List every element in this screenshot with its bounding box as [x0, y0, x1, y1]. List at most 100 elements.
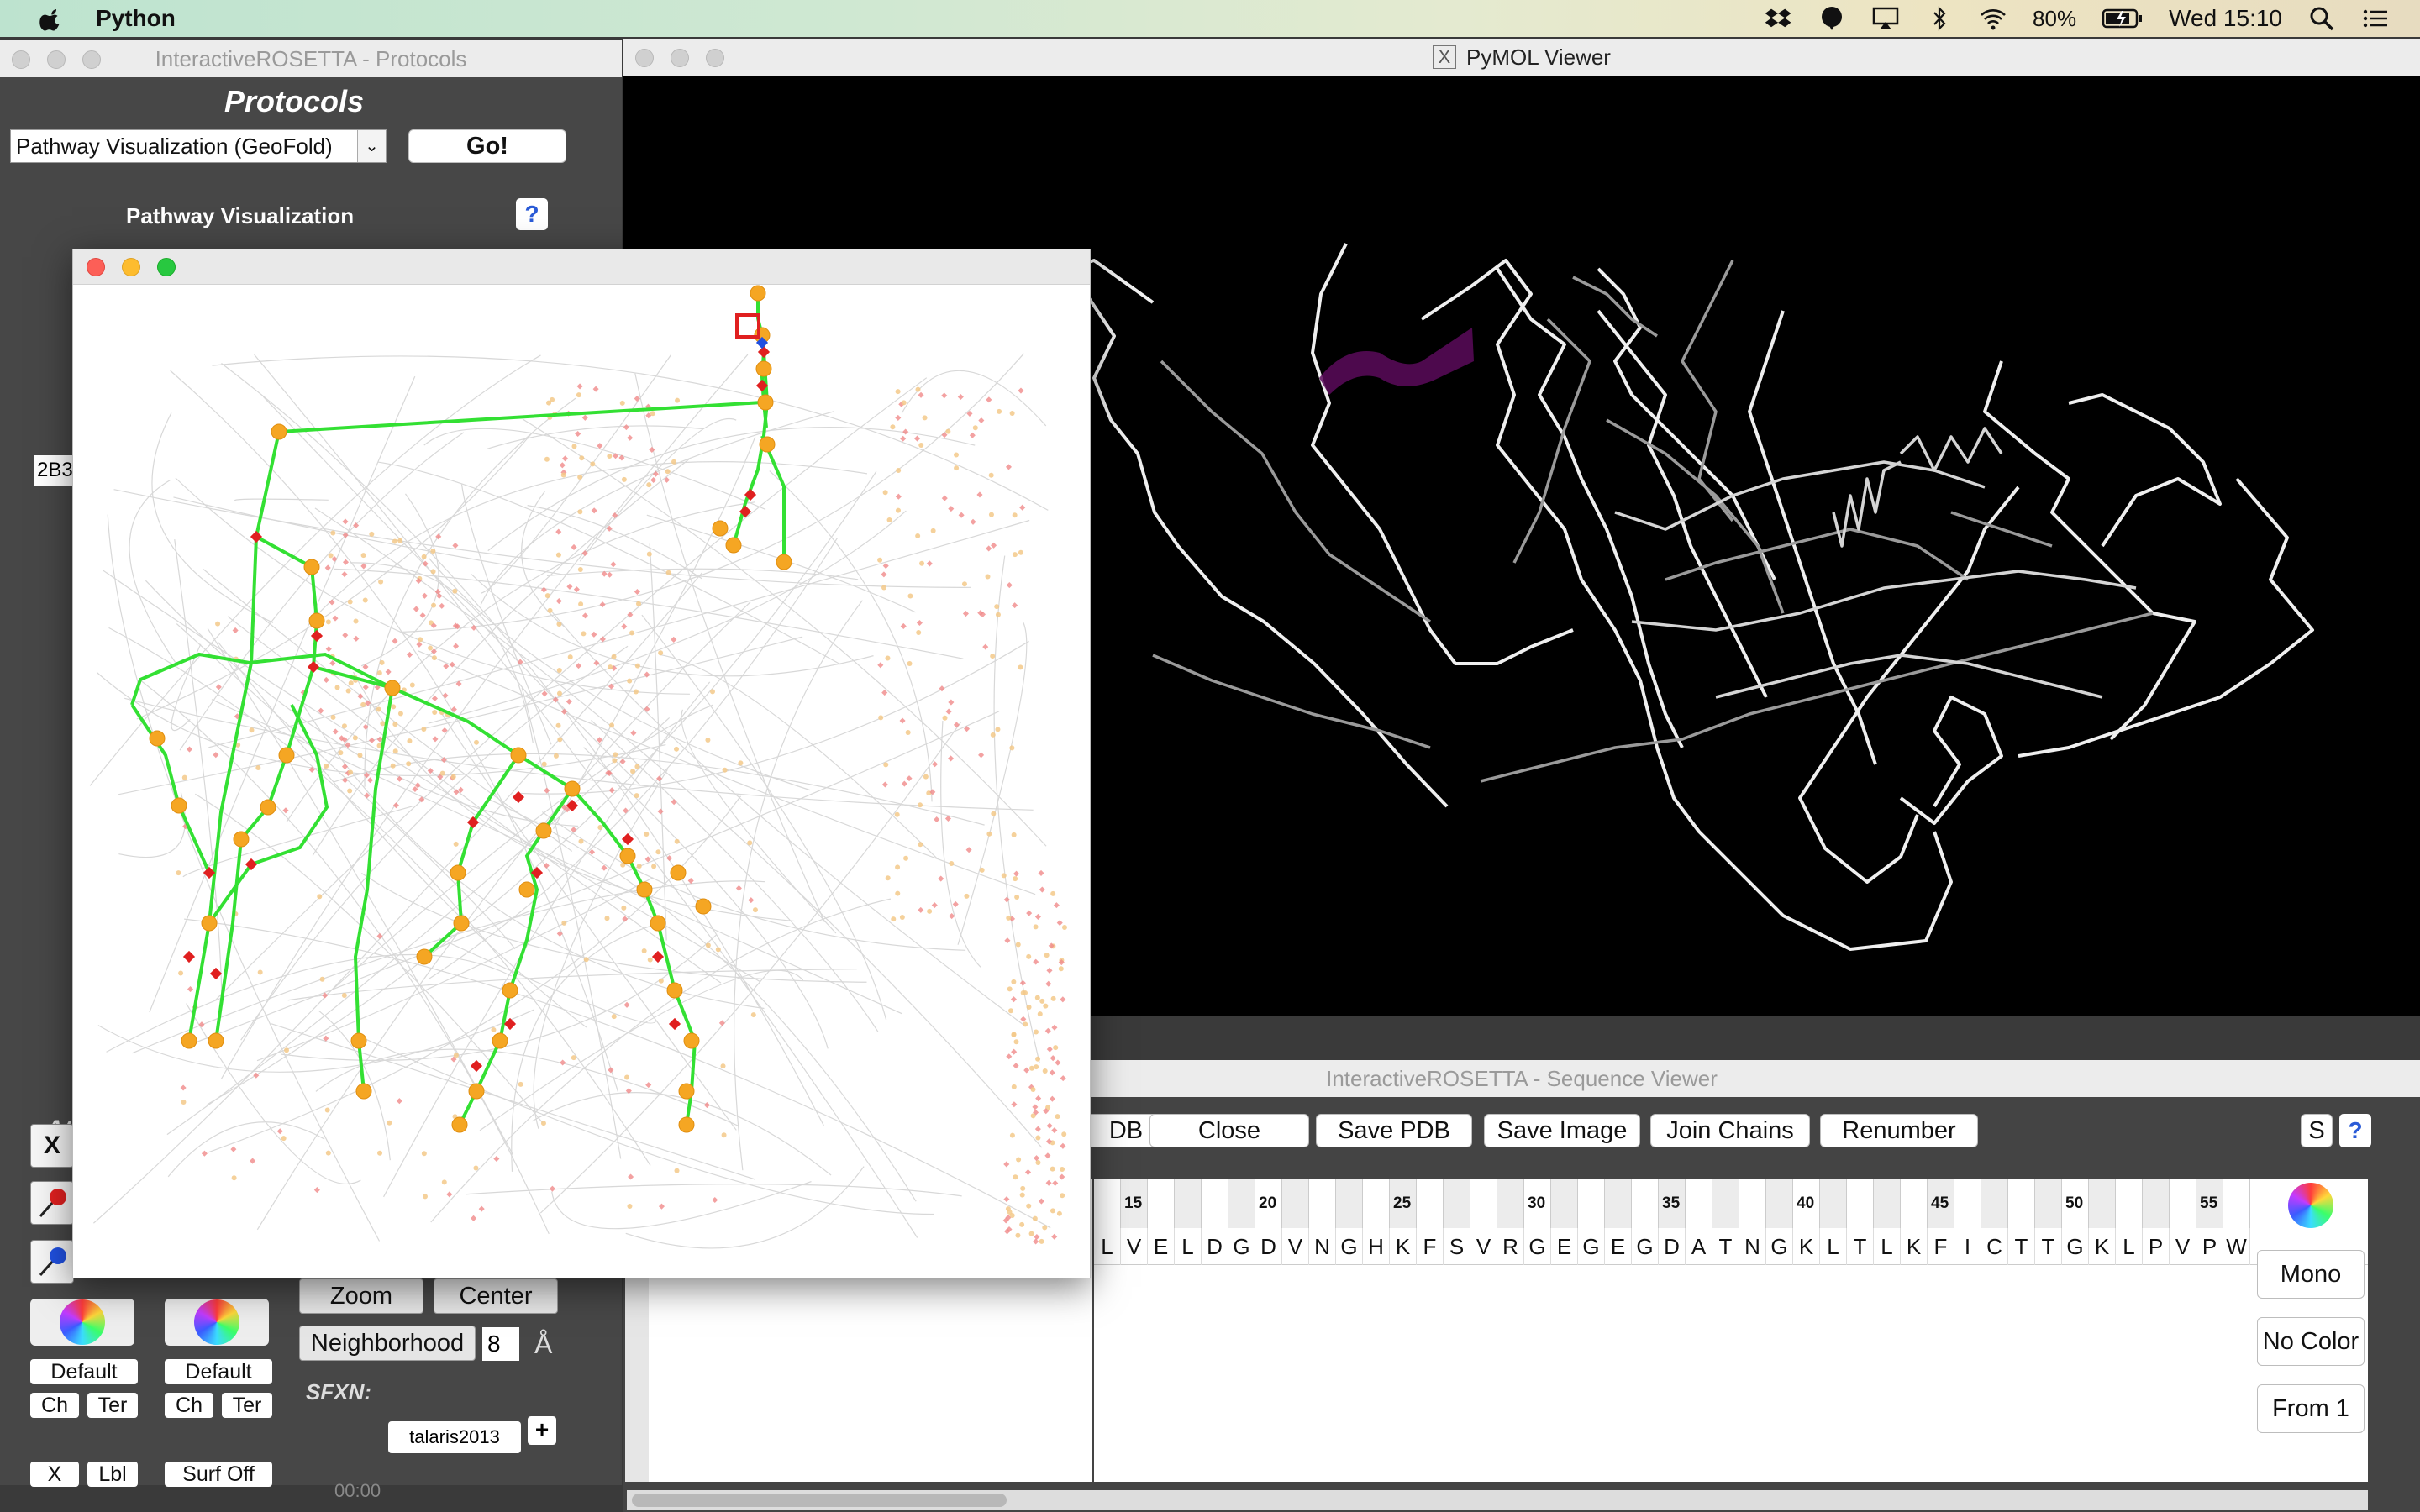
residue[interactable]: V [2170, 1228, 2196, 1265]
residue[interactable]: G [1524, 1228, 1551, 1265]
scrollbar-thumb[interactable] [632, 1494, 1007, 1507]
help-button[interactable]: ? [2339, 1114, 2371, 1147]
residue[interactable]: K [1390, 1228, 1417, 1265]
residue[interactable]: C [1981, 1228, 2008, 1265]
ter-button-2[interactable]: Ter [222, 1393, 272, 1418]
residue[interactable]: R [1497, 1228, 1524, 1265]
default-button-1[interactable]: Default [30, 1359, 138, 1384]
residue[interactable]: W [2223, 1228, 2250, 1265]
zoom-button[interactable]: Zoom [299, 1278, 424, 1314]
minimize-window-button[interactable] [47, 50, 66, 69]
residue[interactable]: N [1739, 1228, 1766, 1265]
pathway-titlebar[interactable] [73, 249, 1090, 285]
blue-pin-tool[interactable] [30, 1240, 74, 1284]
residue[interactable]: G [1632, 1228, 1659, 1265]
residue[interactable]: I [1954, 1228, 1981, 1265]
residue[interactable]: T [2008, 1228, 2035, 1265]
residue[interactable]: G [2062, 1228, 2089, 1265]
residue[interactable]: E [1605, 1228, 1632, 1265]
residue[interactable]: H [1363, 1228, 1390, 1265]
ter-button-1[interactable]: Ter [87, 1393, 138, 1418]
speech-bubble-icon[interactable] [1818, 6, 1846, 31]
color-wheel-button-1[interactable] [30, 1299, 134, 1346]
residue[interactable]: F [1417, 1228, 1444, 1265]
residue[interactable]: T [1847, 1228, 1874, 1265]
ch-button-1[interactable]: Ch [30, 1393, 79, 1418]
residue[interactable]: K [2089, 1228, 2116, 1265]
residue[interactable]: L [1874, 1228, 1901, 1265]
horizontal-scrollbar[interactable] [627, 1490, 2368, 1510]
residue[interactable]: A [1686, 1228, 1712, 1265]
residue[interactable]: K [1901, 1228, 1928, 1265]
residue[interactable]: E [1551, 1228, 1578, 1265]
dropbox-icon[interactable] [1764, 6, 1792, 31]
residue[interactable]: G [1578, 1228, 1605, 1265]
pathway-graph[interactable] [73, 285, 1090, 1278]
protocols-titlebar[interactable]: InteractiveROSETTA - Protocols [0, 40, 622, 77]
close-window-button[interactable] [87, 258, 105, 276]
zoom-window-button[interactable] [82, 50, 101, 69]
residue[interactable]: G [1766, 1228, 1793, 1265]
join-chains-button[interactable]: Join Chains [1650, 1114, 1810, 1147]
bluetooth-icon[interactable] [1925, 6, 1954, 31]
color-wheel-button-2[interactable] [165, 1299, 269, 1346]
residue[interactable]: T [2035, 1228, 2062, 1265]
no-color-button[interactable]: No Color [2257, 1317, 2365, 1366]
residue[interactable]: V [1282, 1228, 1309, 1265]
ch-button-2[interactable]: Ch [165, 1393, 213, 1418]
red-pin-tool[interactable] [30, 1181, 74, 1225]
clock[interactable]: Wed 15:10 [2169, 5, 2282, 32]
zoom-window-button[interactable] [706, 49, 724, 67]
pymol-titlebar[interactable]: X PyMOL Viewer [623, 39, 2420, 76]
neighborhood-button[interactable]: Neighborhood [299, 1326, 476, 1361]
search-icon[interactable] [2307, 6, 2336, 31]
residue[interactable]: L [1820, 1228, 1847, 1265]
minimize-window-button[interactable] [671, 49, 689, 67]
minimize-window-button[interactable] [122, 258, 140, 276]
x-small-button[interactable]: X [30, 1462, 79, 1487]
zoom-window-button[interactable] [157, 258, 176, 276]
residue[interactable]: P [2196, 1228, 2223, 1265]
close-window-button[interactable] [635, 49, 654, 67]
residue[interactable]: D [1255, 1228, 1282, 1265]
wifi-icon[interactable] [1979, 6, 2007, 31]
app-name[interactable]: Python [96, 5, 176, 32]
renumber-button[interactable]: Renumber [1820, 1114, 1978, 1147]
color-by-rainbow-button[interactable] [2257, 1181, 2365, 1230]
residue[interactable]: G [1228, 1228, 1255, 1265]
sfxn-field[interactable]: talaris2013 [388, 1421, 521, 1453]
residue[interactable]: K [1793, 1228, 1820, 1265]
residue[interactable]: T [1712, 1228, 1739, 1265]
default-button-2[interactable]: Default [165, 1359, 272, 1384]
save-image-button[interactable]: Save Image [1484, 1114, 1640, 1147]
residue[interactable]: F [1928, 1228, 1954, 1265]
sequence-grid[interactable]: 15 20 25 30 35 40 45 50 55 LVELDGDVNGHKFSVRGEGEG… [1094, 1179, 2368, 1482]
residue[interactable]: N [1309, 1228, 1336, 1265]
save-pdb-button[interactable]: Save PDB [1316, 1114, 1472, 1147]
battery-icon[interactable] [2102, 6, 2144, 31]
help-button[interactable]: ? [516, 198, 548, 230]
add-sfxn-button[interactable]: + [528, 1416, 556, 1445]
close-window-button[interactable] [12, 50, 30, 69]
go-button[interactable]: Go! [408, 129, 566, 163]
pathway-graph-canvas[interactable] [73, 285, 1090, 1278]
residue[interactable]: S [1444, 1228, 1470, 1265]
center-button[interactable]: Center [434, 1278, 558, 1314]
label-button[interactable]: Lbl [87, 1462, 138, 1487]
mono-button[interactable]: Mono [2257, 1250, 2365, 1299]
close-button[interactable]: Close [1150, 1114, 1309, 1147]
surface-off-button[interactable]: Surf Off [165, 1462, 272, 1487]
residue[interactable]: D [1202, 1228, 1228, 1265]
battery-percent[interactable]: 80% [2033, 6, 2076, 32]
s-button[interactable]: S [2301, 1114, 2333, 1147]
residue[interactable]: E [1148, 1228, 1175, 1265]
neighborhood-value-field[interactable]: 8 [482, 1327, 519, 1361]
delete-button[interactable]: X [30, 1124, 74, 1168]
residue[interactable]: L [1094, 1228, 1121, 1265]
airplay-icon[interactable] [1871, 6, 1900, 31]
residue[interactable]: D [1659, 1228, 1686, 1265]
residue[interactable]: L [1175, 1228, 1202, 1265]
protocol-select[interactable]: Pathway Visualization (GeoFold) ⌄ [10, 129, 387, 163]
residue[interactable]: G [1336, 1228, 1363, 1265]
from-1-button[interactable]: From 1 [2257, 1384, 2365, 1433]
